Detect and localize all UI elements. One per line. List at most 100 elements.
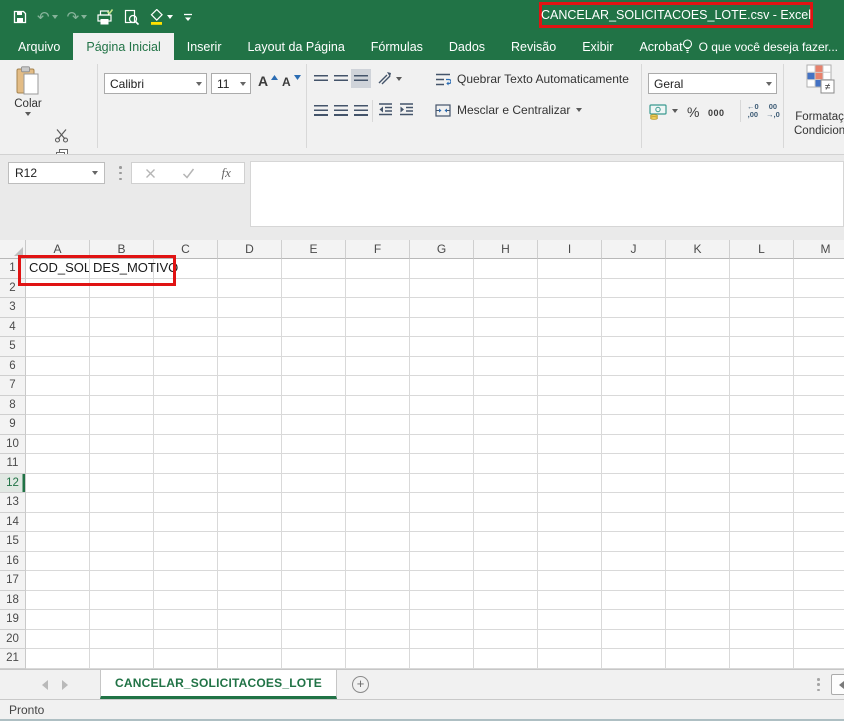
cell-J3[interactable] xyxy=(602,298,666,318)
row-header-12[interactable]: 12 xyxy=(0,474,26,494)
cell-A6[interactable] xyxy=(26,357,90,377)
paste-button[interactable]: Colar xyxy=(8,66,48,116)
cell-J8[interactable] xyxy=(602,396,666,416)
cell-K1[interactable] xyxy=(666,259,730,279)
cell-D2[interactable] xyxy=(218,279,282,299)
cell-G1[interactable] xyxy=(410,259,474,279)
cell-B6[interactable] xyxy=(90,357,154,377)
cell-B10[interactable] xyxy=(90,435,154,455)
cell-G16[interactable] xyxy=(410,552,474,572)
cell-J7[interactable] xyxy=(602,376,666,396)
cell-M16[interactable] xyxy=(794,552,844,572)
cell-F9[interactable] xyxy=(346,415,410,435)
cell-A8[interactable] xyxy=(26,396,90,416)
conditional-formatting-button[interactable]: ≠ xyxy=(806,64,836,96)
cell-I15[interactable] xyxy=(538,532,602,552)
cell-J12[interactable] xyxy=(602,474,666,494)
cell-F14[interactable] xyxy=(346,513,410,533)
row-header-20[interactable]: 20 xyxy=(0,630,26,650)
tab-scroll-splitter[interactable] xyxy=(817,678,820,691)
cell-A16[interactable] xyxy=(26,552,90,572)
cell-G7[interactable] xyxy=(410,376,474,396)
cell-K16[interactable] xyxy=(666,552,730,572)
cell-I13[interactable] xyxy=(538,493,602,513)
cell-K6[interactable] xyxy=(666,357,730,377)
cell-I18[interactable] xyxy=(538,591,602,611)
cell-B7[interactable] xyxy=(90,376,154,396)
cell-B5[interactable] xyxy=(90,337,154,357)
cell-K19[interactable] xyxy=(666,610,730,630)
previous-sheet-icon[interactable] xyxy=(42,680,48,690)
cell-E1[interactable] xyxy=(282,259,346,279)
cell-J13[interactable] xyxy=(602,493,666,513)
increase-font-size-button[interactable]: A xyxy=(258,73,278,89)
cell-K20[interactable] xyxy=(666,630,730,650)
paste-dropdown-icon[interactable] xyxy=(25,112,31,116)
column-header-K[interactable]: K xyxy=(666,240,730,259)
percent-style-button[interactable]: % xyxy=(687,104,699,120)
cell-B12[interactable] xyxy=(90,474,154,494)
cell-G9[interactable] xyxy=(410,415,474,435)
column-header-C[interactable]: C xyxy=(154,240,218,259)
cell-G21[interactable] xyxy=(410,649,474,669)
cell-J5[interactable] xyxy=(602,337,666,357)
cell-H2[interactable] xyxy=(474,279,538,299)
cell-K3[interactable] xyxy=(666,298,730,318)
cell-H1[interactable] xyxy=(474,259,538,279)
tell-me-box[interactable]: O que você deseja fazer... xyxy=(681,33,838,60)
accounting-dropdown-icon[interactable] xyxy=(672,109,678,113)
cell-H11[interactable] xyxy=(474,454,538,474)
cell-L4[interactable] xyxy=(730,318,794,338)
cell-F13[interactable] xyxy=(346,493,410,513)
cell-I21[interactable] xyxy=(538,649,602,669)
row-header-15[interactable]: 15 xyxy=(0,532,26,552)
tab-layout-da-pagina[interactable]: Layout da Página xyxy=(234,33,357,60)
cell-A19[interactable] xyxy=(26,610,90,630)
number-format-combo[interactable]: Geral xyxy=(648,73,777,94)
cell-L10[interactable] xyxy=(730,435,794,455)
cell-M1[interactable] xyxy=(794,259,844,279)
cell-B3[interactable] xyxy=(90,298,154,318)
cell-C14[interactable] xyxy=(154,513,218,533)
cell-F16[interactable] xyxy=(346,552,410,572)
cell-M14[interactable] xyxy=(794,513,844,533)
cell-H4[interactable] xyxy=(474,318,538,338)
cell-C7[interactable] xyxy=(154,376,218,396)
cell-E2[interactable] xyxy=(282,279,346,299)
cell-I19[interactable] xyxy=(538,610,602,630)
cell-E13[interactable] xyxy=(282,493,346,513)
cell-B11[interactable] xyxy=(90,454,154,474)
cell-C16[interactable] xyxy=(154,552,218,572)
cell-H8[interactable] xyxy=(474,396,538,416)
font-size-combo[interactable]: 11 xyxy=(211,73,251,94)
cell-C8[interactable] xyxy=(154,396,218,416)
column-header-E[interactable]: E xyxy=(282,240,346,259)
cell-K7[interactable] xyxy=(666,376,730,396)
cell-J18[interactable] xyxy=(602,591,666,611)
row-header-5[interactable]: 5 xyxy=(0,337,26,357)
cell-B18[interactable] xyxy=(90,591,154,611)
cell-G19[interactable] xyxy=(410,610,474,630)
cell-A9[interactable] xyxy=(26,415,90,435)
align-right-button[interactable] xyxy=(351,101,371,120)
cell-E8[interactable] xyxy=(282,396,346,416)
cell-L9[interactable] xyxy=(730,415,794,435)
cell-B16[interactable] xyxy=(90,552,154,572)
cell-M2[interactable] xyxy=(794,279,844,299)
decrease-font-size-button[interactable]: A xyxy=(282,75,301,89)
cell-L7[interactable] xyxy=(730,376,794,396)
column-header-D[interactable]: D xyxy=(218,240,282,259)
cell-A17[interactable] xyxy=(26,571,90,591)
row-header-1[interactable]: 1 xyxy=(0,259,26,279)
cell-B8[interactable] xyxy=(90,396,154,416)
cell-A2[interactable] xyxy=(26,279,90,299)
cell-J9[interactable] xyxy=(602,415,666,435)
cell-H18[interactable] xyxy=(474,591,538,611)
cell-C18[interactable] xyxy=(154,591,218,611)
cell-K18[interactable] xyxy=(666,591,730,611)
cell-B2[interactable] xyxy=(90,279,154,299)
cell-L20[interactable] xyxy=(730,630,794,650)
cell-I5[interactable] xyxy=(538,337,602,357)
cell-D10[interactable] xyxy=(218,435,282,455)
cell-H9[interactable] xyxy=(474,415,538,435)
